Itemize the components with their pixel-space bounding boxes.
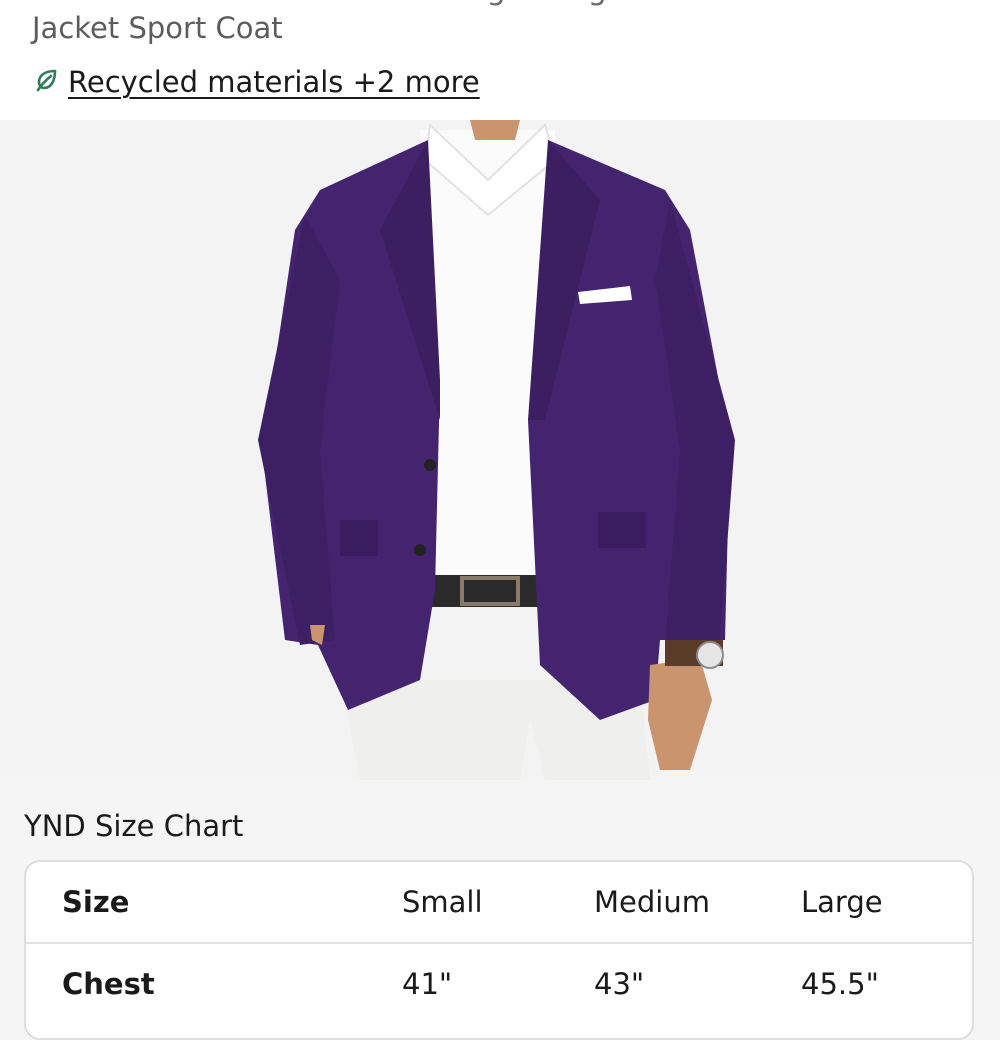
size-chart-title: YND Size Chart xyxy=(24,809,244,843)
sustainability-features[interactable]: Recycled materials +2 more xyxy=(34,62,480,102)
product-title: Jacket Sport Coat xyxy=(32,11,283,45)
product-image[interactable] xyxy=(0,120,1000,780)
table-header-row: Size Small Medium Large xyxy=(26,862,972,944)
table-row: Chest 41" 43" 45.5" xyxy=(26,944,972,1024)
cell-chest-large: 45.5" xyxy=(801,967,879,1001)
header-medium: Medium xyxy=(594,885,710,919)
header-size: Size xyxy=(62,885,130,919)
size-chart-table: Size Small Medium Large Chest 41" 43" 45… xyxy=(24,860,974,1040)
header-small: Small xyxy=(402,885,483,919)
leaf-icon xyxy=(34,67,60,97)
product-header: Men's Casual Blazer Slim Fit Lightweight… xyxy=(0,0,1000,120)
cell-chest-medium: 43" xyxy=(594,967,645,1001)
header-large: Large xyxy=(801,885,883,919)
recycled-materials-link[interactable]: Recycled materials +2 more xyxy=(68,65,480,99)
row-label-chest: Chest xyxy=(62,967,155,1001)
cell-chest-small: 41" xyxy=(402,967,453,1001)
